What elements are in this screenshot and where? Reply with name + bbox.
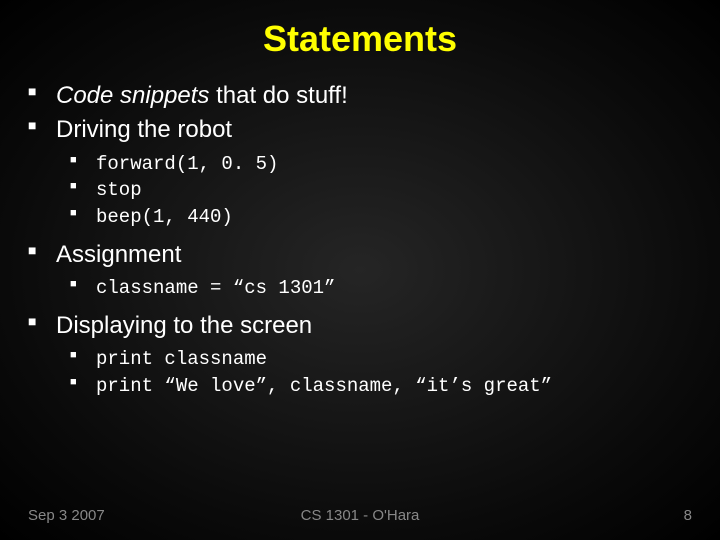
sub-bullet-list: print classname print “We love”, classna… <box>56 346 692 399</box>
footer-course: CS 1301 - O'Hara <box>301 507 420 524</box>
bullet-item: Displaying to the screen print classname… <box>28 310 692 400</box>
code-text: classname = “cs 1301” <box>96 277 335 299</box>
sub-bullet-item: stop <box>70 177 692 204</box>
footer-page-number: 8 <box>684 507 692 524</box>
sub-bullet-list: forward(1, 0. 5) stop beep(1, 440) <box>56 151 692 231</box>
code-text: stop <box>96 179 142 201</box>
sub-bullet-item: classname = “cs 1301” <box>70 275 692 302</box>
footer: Sep 3 2007 CS 1301 - O'Hara 8 <box>0 507 720 524</box>
sub-bullet-list: classname = “cs 1301” <box>56 275 692 302</box>
bullet-text: Displaying to the screen <box>56 312 312 339</box>
bullet-item: Assignment classname = “cs 1301” <box>28 239 692 302</box>
footer-date: Sep 3 2007 <box>28 507 105 524</box>
bullet-text: that do stuff! <box>209 82 347 109</box>
sub-bullet-item: print “We love”, classname, “it’s great” <box>70 373 692 400</box>
bullet-item: Code snippets that do stuff! <box>28 80 692 112</box>
code-text: beep(1, 440) <box>96 206 233 228</box>
sub-bullet-item: forward(1, 0. 5) <box>70 151 692 178</box>
code-text: print classname <box>96 348 267 370</box>
code-text: print “We love”, classname, “it’s great” <box>96 375 552 397</box>
bullet-item: Driving the robot forward(1, 0. 5) stop … <box>28 114 692 230</box>
code-text: forward(1, 0. 5) <box>96 153 278 175</box>
bullet-text: Driving the robot <box>56 116 232 143</box>
bullet-text: Assignment <box>56 241 181 268</box>
slide-content: Code snippets that do stuff! Driving the… <box>0 80 720 399</box>
bullet-list: Code snippets that do stuff! Driving the… <box>28 80 692 399</box>
sub-bullet-item: beep(1, 440) <box>70 204 692 231</box>
sub-bullet-item: print classname <box>70 346 692 373</box>
slide-title: Statements <box>0 0 720 80</box>
bullet-text-italic: Code snippets <box>56 82 209 109</box>
slide: Statements Code snippets that do stuff! … <box>0 0 720 540</box>
